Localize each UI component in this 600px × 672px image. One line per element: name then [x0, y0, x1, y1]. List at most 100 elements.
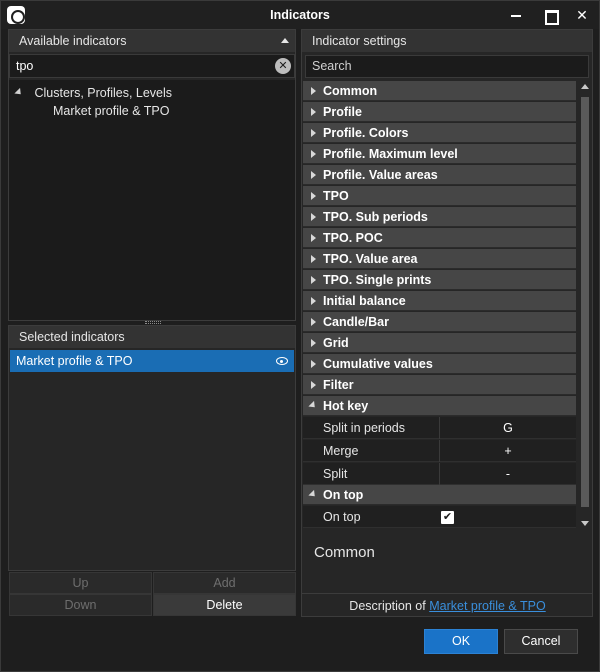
cancel-button[interactable]: Cancel	[504, 629, 578, 654]
expanded-arrow-icon[interactable]	[14, 87, 24, 98]
category-filter[interactable]: Filter	[303, 375, 576, 395]
category-label: Profile. Maximum level	[323, 147, 458, 161]
down-button[interactable]: Down	[9, 594, 152, 616]
up-button[interactable]: Up	[9, 572, 152, 594]
category-tpo-sub-periods[interactable]: TPO. Sub periods	[303, 207, 576, 227]
property-value[interactable]: G	[439, 417, 576, 439]
description-link[interactable]: Market profile & TPO	[429, 599, 545, 613]
category-on-top[interactable]: On top	[303, 485, 576, 505]
property-name: Split in periods	[323, 421, 405, 435]
indicator-settings-header: Indicator settings	[302, 30, 592, 52]
property-name: Split	[323, 467, 348, 481]
description-line: Description of Market profile & TPO	[302, 593, 593, 615]
collapsed-arrow-icon[interactable]	[311, 108, 316, 116]
category-profile-value-areas[interactable]: Profile. Value areas	[303, 165, 576, 185]
category-label: Candle/Bar	[323, 315, 389, 329]
category-initial-balance[interactable]: Initial balance	[303, 291, 576, 311]
delete-button[interactable]: Delete	[153, 594, 296, 616]
move-buttons-row-1: Up Add	[9, 572, 296, 594]
property-name: On top	[323, 510, 361, 524]
category-candle-bar[interactable]: Candle/Bar	[303, 312, 576, 332]
category-profile-maximum-level[interactable]: Profile. Maximum level	[303, 144, 576, 164]
property-row-split: Split -	[303, 463, 576, 485]
category-label: Grid	[323, 336, 349, 350]
scroll-up-arrow-icon[interactable]	[581, 84, 589, 89]
add-button[interactable]: Add	[153, 572, 296, 594]
collapsed-arrow-icon[interactable]	[311, 339, 316, 347]
tree-item-market-profile[interactable]: Market profile & TPO	[53, 102, 169, 120]
property-row-merge: Merge +	[303, 440, 576, 462]
category-label: TPO. Single prints	[323, 273, 432, 287]
category-tpo-poc[interactable]: TPO. POC	[303, 228, 576, 248]
expanded-arrow-icon[interactable]	[308, 489, 318, 500]
tree-group-label: Clusters, Profiles, Levels	[34, 86, 173, 100]
collapsed-arrow-icon[interactable]	[311, 171, 316, 179]
collapsed-arrow-icon[interactable]	[311, 150, 316, 158]
settings-search-input[interactable]: Search	[305, 55, 589, 78]
available-indicators-header[interactable]: Available indicators	[9, 30, 295, 52]
available-indicators-title: Available indicators	[19, 34, 127, 48]
category-tpo[interactable]: TPO	[303, 186, 576, 206]
selected-item-label: Market profile & TPO	[16, 354, 133, 368]
description-title: Common	[314, 544, 375, 561]
collapsed-arrow-icon[interactable]	[311, 234, 316, 242]
category-grid[interactable]: Grid	[303, 333, 576, 353]
category-label: Filter	[323, 378, 354, 392]
property-value[interactable]: -	[439, 463, 576, 485]
collapsed-arrow-icon[interactable]	[311, 297, 316, 305]
property-row-on-top: On top ✔	[303, 506, 576, 528]
splitter-grip[interactable]	[145, 321, 161, 324]
category-label: TPO. Sub periods	[323, 210, 428, 224]
category-cumulative-values[interactable]: Cumulative values	[303, 354, 576, 374]
indicator-tree: Clusters, Profiles, Levels Market profil…	[9, 80, 295, 320]
category-hot-key[interactable]: Hot key	[303, 396, 576, 416]
selected-indicators-panel: Selected indicators Market profile & TPO	[8, 325, 296, 571]
collapsed-arrow-icon[interactable]	[311, 213, 316, 221]
available-indicators-panel: Available indicators tpo ✕ Clusters, Pro…	[8, 29, 296, 321]
selected-indicators-header: Selected indicators	[9, 326, 295, 348]
property-name: Merge	[323, 444, 359, 458]
category-label: Cumulative values	[323, 357, 433, 371]
category-label: Profile. Colors	[323, 126, 409, 140]
collapsed-arrow-icon[interactable]	[311, 255, 316, 263]
clear-search-icon[interactable]: ✕	[275, 58, 291, 74]
indicators-window: Indicators ✕ Available indicators tpo ✕ …	[0, 0, 600, 672]
category-tpo-single-prints[interactable]: TPO. Single prints	[303, 270, 576, 290]
scroll-thumb[interactable]	[581, 97, 589, 507]
collapse-arrow-icon[interactable]	[281, 38, 289, 43]
title-bar: Indicators ✕	[1, 1, 599, 29]
expanded-arrow-icon[interactable]	[308, 400, 318, 411]
selected-item-market-profile[interactable]: Market profile & TPO	[10, 350, 294, 372]
category-label: TPO	[323, 189, 349, 203]
maximize-button[interactable]	[539, 5, 561, 25]
collapsed-arrow-icon[interactable]	[311, 129, 316, 137]
category-label: Profile	[323, 105, 362, 119]
collapsed-arrow-icon[interactable]	[311, 192, 316, 200]
description-prefix: Description of	[349, 599, 426, 613]
on-top-checkbox[interactable]: ✔	[441, 511, 454, 524]
category-profile-colors[interactable]: Profile. Colors	[303, 123, 576, 143]
category-common[interactable]: Common	[303, 81, 576, 101]
category-tpo-value-area[interactable]: TPO. Value area	[303, 249, 576, 269]
ok-button[interactable]: OK	[424, 629, 498, 654]
tree-group-clusters[interactable]: Clusters, Profiles, Levels	[14, 84, 173, 102]
move-buttons-row-2: Down Delete	[9, 594, 296, 616]
minimize-button[interactable]	[505, 5, 527, 25]
property-row-split-in-periods: Split in periods G	[303, 417, 576, 439]
indicator-search-input[interactable]: tpo ✕	[9, 54, 295, 78]
collapsed-arrow-icon[interactable]	[311, 360, 316, 368]
collapsed-arrow-icon[interactable]	[311, 381, 316, 389]
collapsed-arrow-icon[interactable]	[311, 87, 316, 95]
visibility-eye-icon[interactable]	[276, 357, 288, 365]
property-scrollbar[interactable]	[578, 81, 592, 529]
scroll-down-arrow-icon[interactable]	[581, 521, 589, 526]
indicator-search-value: tpo	[16, 59, 34, 73]
category-label: Profile. Value areas	[323, 168, 438, 182]
category-label: Hot key	[323, 399, 369, 413]
close-button[interactable]: ✕	[571, 5, 593, 25]
category-label: Initial balance	[323, 294, 406, 308]
collapsed-arrow-icon[interactable]	[311, 276, 316, 284]
property-value[interactable]: +	[439, 440, 576, 462]
category-profile[interactable]: Profile	[303, 102, 576, 122]
collapsed-arrow-icon[interactable]	[311, 318, 316, 326]
